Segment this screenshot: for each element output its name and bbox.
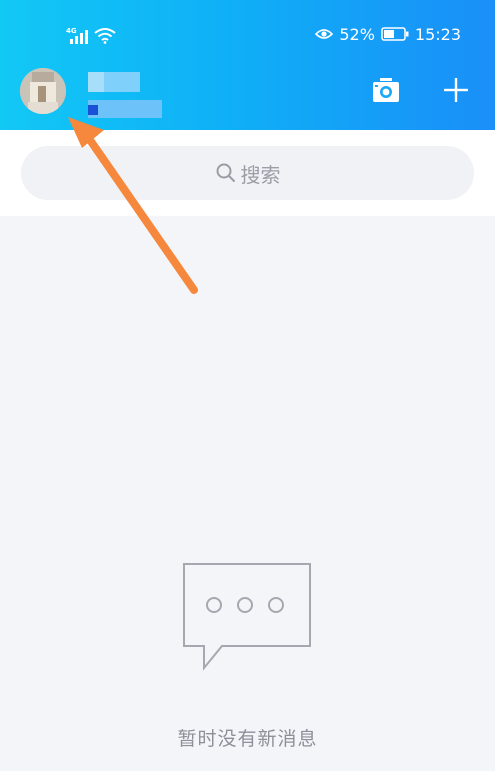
search-input[interactable]: 搜索 (21, 146, 474, 200)
status-right: 52% 15:23 (315, 24, 461, 44)
plus-icon[interactable] (440, 74, 472, 106)
signal-icon: 4G (66, 27, 88, 44)
search-icon (216, 163, 235, 182)
chat-bubble-icon (183, 563, 311, 671)
eye-icon (315, 29, 334, 39)
header: 4G 52% 15:23 (0, 0, 495, 130)
search-placeholder: 搜索 (240, 162, 281, 187)
battery-percent: 52% (339, 24, 375, 44)
search-section: 搜索 (0, 130, 495, 216)
nickname-blurred-part (88, 72, 104, 92)
wifi-icon (94, 28, 116, 44)
online-status-blurred[interactable] (88, 100, 162, 118)
messages-screen: 4G 52% 15:23 搜索 暂时没有新消息 (0, 0, 495, 771)
avatar[interactable] (20, 68, 66, 114)
battery-icon (381, 27, 409, 41)
camera-icon[interactable] (370, 74, 402, 106)
network-type: 4G (66, 27, 77, 35)
clock: 15:23 (414, 24, 461, 44)
status-left: 4G (66, 24, 116, 44)
status-indicator (88, 105, 98, 115)
empty-message: 暂时没有新消息 (177, 728, 318, 750)
status-bar: 4G 52% 15:23 (0, 0, 495, 62)
